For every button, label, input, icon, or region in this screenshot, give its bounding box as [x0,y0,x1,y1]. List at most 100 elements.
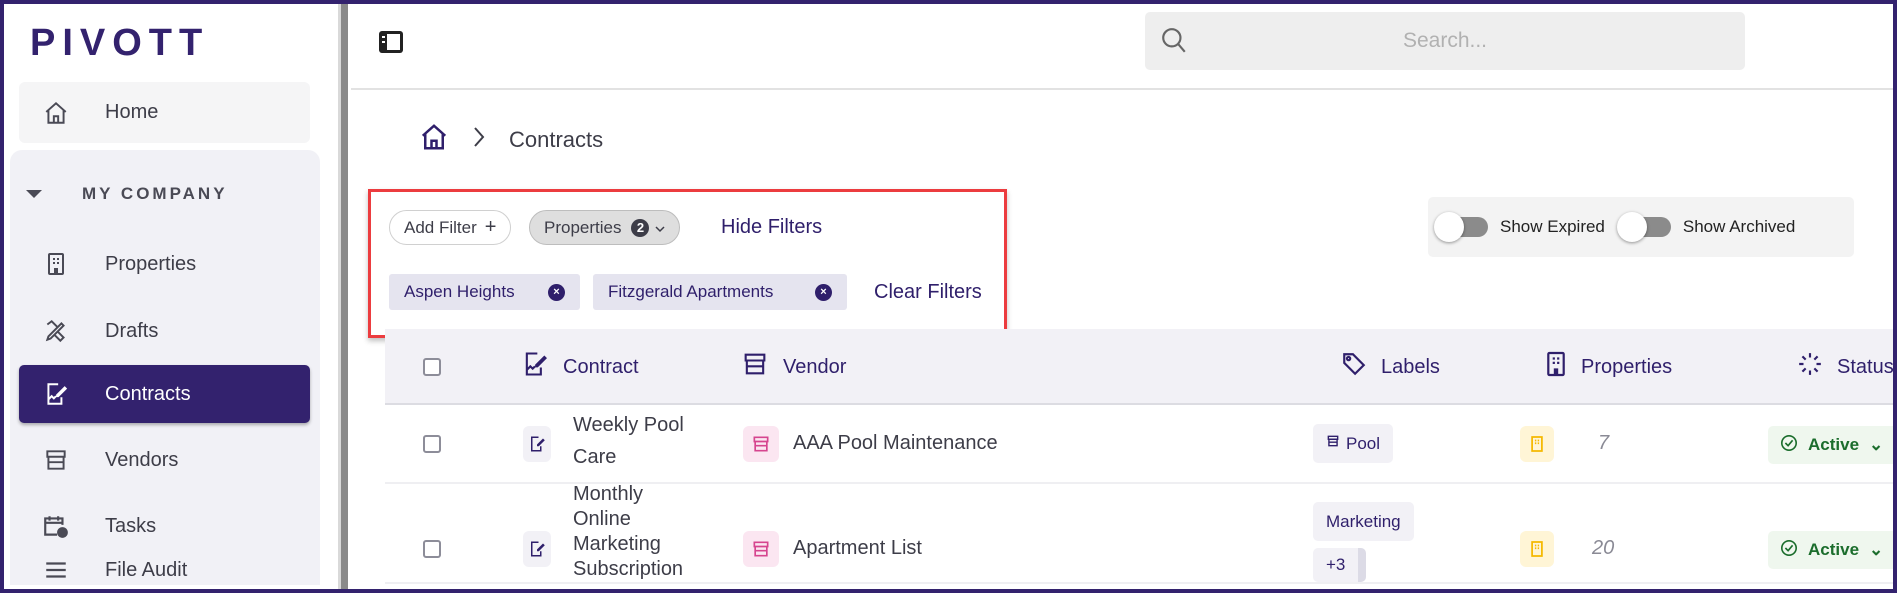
contract-icon [523,531,551,567]
header-label: Labels [1381,355,1440,378]
property-building-icon [1520,426,1554,462]
contract-name[interactable]: Monthly Online Marketing Subscription [573,482,695,582]
pivott-logo[interactable]: PIVOTT [30,22,209,65]
file-audit-icon [41,555,71,585]
toggle-switch[interactable] [1434,212,1488,242]
company-section-toggle[interactable]: MY COMPANY [26,184,228,204]
select-all-checkbox[interactable] [423,358,441,376]
filter-chip: Fitzgerald Apartments × [593,274,847,310]
header-label: Vendor [783,355,847,378]
section-title: MY COMPANY [82,184,228,203]
sidebar-toggle-icon[interactable] [378,30,404,59]
sidebar-item-file-audit[interactable]: File Audit [19,555,310,585]
column-header-status[interactable]: Status [1797,329,1893,405]
caret-down-icon [26,190,42,198]
status-dropdown[interactable]: Active ⌄ [1768,531,1893,569]
top-bar: Search... [351,4,1893,90]
property-building-icon [1520,531,1554,567]
sidebar-item-label: Contracts [105,382,191,405]
building-icon [41,249,71,279]
filter-chip-label: Fitzgerald Apartments [608,282,774,301]
chevron-right-icon [473,126,485,153]
company-section: MY COMPANY Properties Drafts Contracts V… [10,150,320,585]
show-archived-toggle[interactable]: Show Archived [1616,212,1796,242]
column-header-properties[interactable]: Properties [1545,329,1672,405]
calendar-clock-icon [41,511,71,541]
sidebar-item-drafts[interactable]: Drafts [19,302,310,360]
home-icon [41,98,71,128]
column-header-contract[interactable]: Contract [521,329,639,405]
header-label: Properties [1581,355,1673,378]
search-input[interactable]: Search... [1145,12,1745,70]
show-expired-toggle[interactable]: Show Expired [1434,212,1605,242]
vendor-name[interactable]: AAA Pool Maintenance [793,432,998,455]
filter-count-badge: 2 [631,218,650,237]
table-row[interactable]: Weekly Pool Care AAA Pool Maintenance Po… [385,405,1893,484]
loader-icon [1797,351,1823,383]
column-header-labels[interactable]: Labels [1341,329,1440,405]
sidebar-item-contracts[interactable]: Contracts [19,365,310,423]
store-icon [1326,433,1340,454]
property-count: 20 [1592,537,1615,559]
remove-filter-icon[interactable]: × [815,283,832,301]
check-circle-icon [1780,539,1798,562]
filter-chip-label: Aspen Heights [404,282,515,301]
contract-icon [523,426,551,462]
vendor-store-icon [743,426,779,462]
property-count: 7 [1598,432,1610,454]
pencil-ruler-icon [41,316,71,346]
toggle-panel: Show Expired Show Archived [1428,197,1854,257]
header-label: Contract [563,355,639,378]
sidebar-item-label: Drafts [105,319,159,342]
vendor-name[interactable]: Apartment List [793,537,922,560]
store-icon [741,350,769,384]
sidebar: PIVOTT Home MY COMPANY Properties Drafts… [4,4,339,589]
filter-chip: Aspen Heights × [389,274,580,310]
label-chip: Marketing [1313,502,1414,541]
sidebar-item-home[interactable]: Home [19,82,310,143]
table-header: Contract Vendor Labels Properties Status [385,329,1893,405]
status-dropdown[interactable]: Active ⌄ [1768,426,1893,464]
more-labels-chip[interactable]: +3 [1313,548,1367,582]
breadcrumb-current: Contracts [509,126,604,152]
properties-filter-label: Properties [544,217,622,237]
check-circle-icon [1780,434,1798,457]
chevron-down-icon: ⌄ [1869,435,1884,454]
column-header-vendor[interactable]: Vendor [741,329,846,405]
label-chip: Pool [1313,424,1394,463]
home-breadcrumb-icon[interactable] [419,122,449,157]
sidebar-item-label: File Audit [105,559,188,581]
contract-name[interactable]: Weekly Pool Care [573,409,693,473]
header-label: Status [1837,355,1893,378]
toggle-label: Show Archived [1682,217,1796,236]
add-filter-button[interactable]: Add Filter + [389,210,512,245]
breadcrumb: Contracts [419,122,603,157]
remove-filter-icon[interactable]: × [548,283,565,301]
clear-filters-link[interactable]: Clear Filters [874,281,982,304]
status-label: Active [1808,435,1860,454]
add-filter-label: Add Filter [404,217,477,237]
chevron-down-icon [655,218,666,238]
toggle-switch[interactable] [1616,212,1671,242]
sidebar-item-vendors[interactable]: Vendors [19,431,310,489]
toggle-label: Show Expired [1500,217,1605,236]
sidebar-item-label: Vendors [105,448,179,471]
table-row[interactable]: Monthly Online Marketing Subscription Ap… [385,482,1893,584]
main-content: Search... Contracts Add Filter + Properti… [351,4,1893,589]
contract-icon [41,379,71,409]
row-checkbox[interactable] [423,540,441,558]
sidebar-item-label: Properties [105,252,197,275]
sidebar-item-label: Home [105,101,159,123]
contract-icon [521,350,549,384]
vendor-store-icon [743,531,779,567]
search-placeholder: Search... [1402,29,1488,52]
sidebar-item-tasks[interactable]: Tasks [19,497,310,555]
status-label: Active [1808,540,1860,559]
properties-filter-dropdown[interactable]: Properties 2 [529,210,681,245]
hide-filters-link[interactable]: Hide Filters [721,216,822,239]
row-checkbox[interactable] [423,435,441,453]
sidebar-item-properties[interactable]: Properties [19,235,310,293]
tag-icon [1341,351,1367,383]
sidebar-scrollbar[interactable] [338,4,348,589]
label-text: Pool [1346,433,1381,453]
